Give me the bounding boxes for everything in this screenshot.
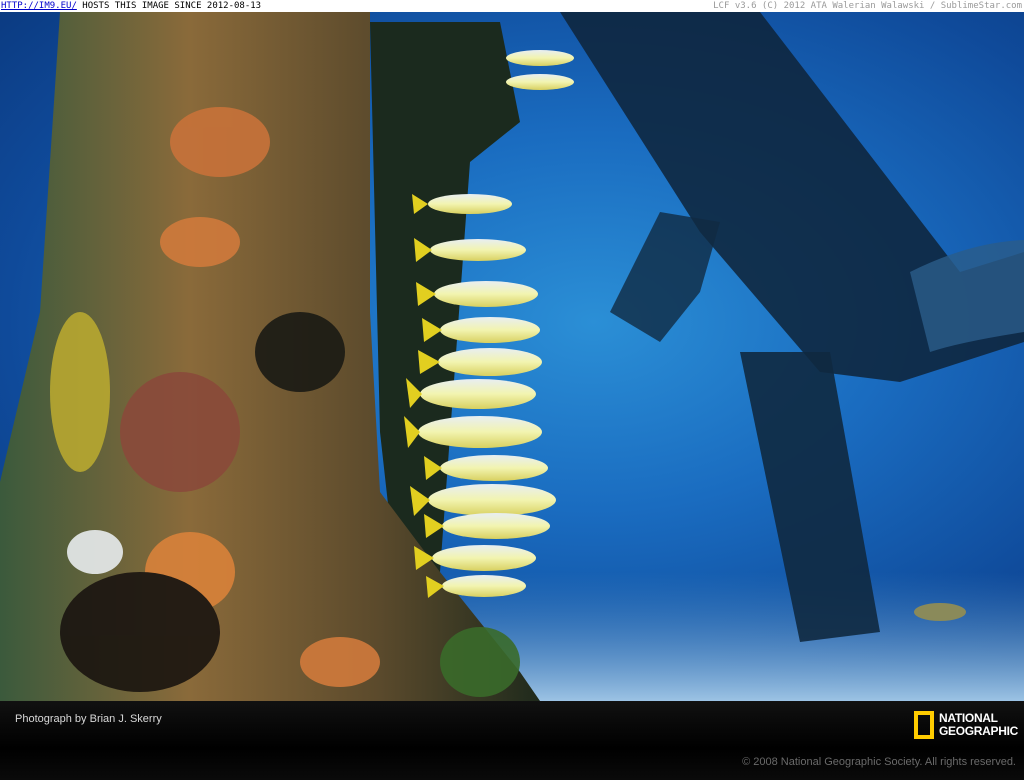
image-host-banner: HTTP://IM9.EU/ HOSTS THIS IMAGE SINCE 20…	[0, 0, 1024, 12]
photographer-credit: Photograph by Brian J. Skerry	[15, 713, 162, 725]
national-geographic-logo: NATIONAL GEOGRAPHIC	[914, 711, 1018, 739]
copyright-notice: © 2008 National Geographic Society. All …	[742, 756, 1016, 768]
caption-bar: Photograph by Brian J. Skerry NATIONAL G…	[0, 701, 1024, 780]
host-text: HOSTS THIS IMAGE SINCE 2012-08-13	[76, 1, 262, 11]
underwater-photo	[0, 12, 1024, 701]
logo-wordmark: NATIONAL GEOGRAPHIC	[939, 711, 1019, 738]
sea-floor	[440, 572, 1024, 701]
lone-fish	[914, 603, 966, 621]
viewer-credit: LCF v3.6 (C) 2012 ATA Walerian Walawski …	[713, 1, 1022, 11]
photo-illustration	[0, 12, 1024, 701]
yellow-frame-icon	[914, 711, 934, 739]
host-link[interactable]: HTTP://IM9.EU/	[0, 1, 77, 11]
distant-beam-arm	[610, 212, 720, 342]
